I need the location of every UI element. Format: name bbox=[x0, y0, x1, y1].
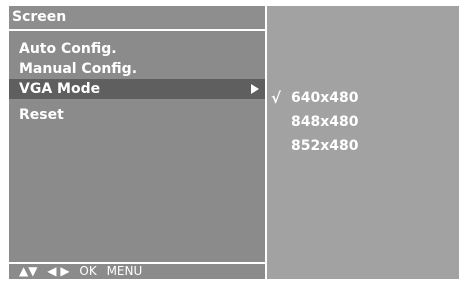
up-down-arrows-icon: ▲▼ bbox=[19, 264, 38, 278]
vga-mode-options: √ 640x480 848x480 852x480 bbox=[267, 86, 459, 158]
navigation-hint: ▲▼ ◀ ▶ OK MENU bbox=[19, 264, 148, 279]
osd-screen-menu: Screen Auto Config. Manual Config. VGA M… bbox=[9, 6, 459, 279]
menu-item-reset[interactable]: Reset bbox=[9, 105, 265, 125]
menu-title: Screen bbox=[9, 6, 265, 28]
option-852x480[interactable]: 852x480 bbox=[267, 134, 459, 158]
left-right-arrows-icon: ◀ ▶ bbox=[47, 264, 70, 278]
menu-item-label: Auto Config. bbox=[19, 41, 117, 57]
main-menu-panel: Screen Auto Config. Manual Config. VGA M… bbox=[9, 6, 265, 279]
ok-hint: OK bbox=[79, 264, 97, 278]
menu-item-label: Reset bbox=[19, 107, 64, 123]
option-label: 848x480 bbox=[291, 114, 359, 130]
menu-item-label: VGA Mode bbox=[19, 81, 101, 97]
menu-hint: MENU bbox=[106, 264, 143, 278]
option-848x480[interactable]: 848x480 bbox=[267, 110, 459, 134]
menu-item-vga-mode[interactable]: VGA Mode bbox=[9, 79, 265, 99]
check-icon: √ bbox=[271, 89, 282, 107]
submenu-panel: √ 640x480 848x480 852x480 bbox=[267, 6, 459, 279]
option-640x480[interactable]: √ 640x480 bbox=[267, 86, 459, 110]
menu-item-label: Manual Config. bbox=[19, 61, 138, 77]
submenu-arrow-icon bbox=[251, 84, 259, 94]
menu-item-auto-config[interactable]: Auto Config. bbox=[9, 39, 265, 59]
menu-item-manual-config[interactable]: Manual Config. bbox=[9, 59, 265, 79]
menu-list: Auto Config. Manual Config. VGA Mode Res… bbox=[9, 39, 265, 125]
option-label: 640x480 bbox=[291, 90, 359, 106]
option-label: 852x480 bbox=[291, 138, 359, 154]
title-divider bbox=[9, 29, 265, 31]
